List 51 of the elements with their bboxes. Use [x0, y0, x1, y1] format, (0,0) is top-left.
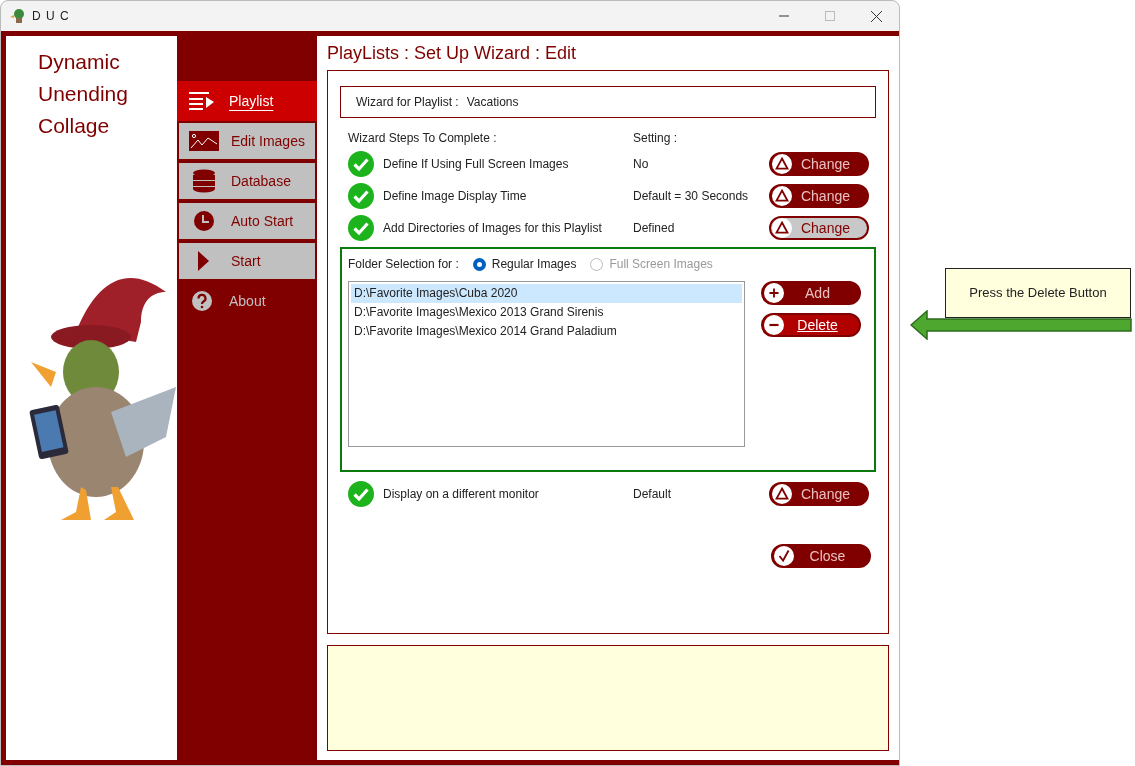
change-button[interactable]: Change: [769, 482, 869, 506]
database-icon: [192, 169, 216, 193]
check-icon: [348, 215, 374, 241]
step-setting: Default: [633, 486, 673, 503]
playlist-icon: [189, 91, 215, 111]
arrow-icon: [910, 310, 1132, 340]
duck-logo-icon: [10, 8, 26, 24]
change-button[interactable]: Change: [769, 184, 869, 208]
nav-item[interactable]: Playlist: [177, 81, 317, 121]
wizard-label: Wizard for Playlist :: [356, 94, 459, 111]
app-name: Dynamic: [38, 49, 121, 75]
setting-heading: Setting :: [633, 130, 678, 145]
check-icon: [348, 151, 374, 177]
callout-note: Press the Delete Button: [945, 268, 1131, 318]
check-icon: [348, 183, 374, 209]
radio-option[interactable]: Regular Images: [472, 255, 577, 273]
close-button[interactable]: Close: [771, 544, 871, 568]
window-title: D U C: [32, 8, 70, 25]
step-setting: Default = 30 Seconds: [633, 188, 750, 205]
folder-item[interactable]: D:\Favorite Images\Cuba 2020: [351, 284, 742, 303]
step-setting: Defined: [633, 220, 676, 237]
minus-icon: [764, 315, 784, 335]
clock-icon: [193, 210, 215, 232]
folder-item[interactable]: D:\Favorite Images\Mexico 2014 Grand Paladium: [351, 322, 742, 341]
wizard-value: Vacations: [466, 94, 519, 111]
delete-button[interactable]: Delete: [761, 313, 861, 337]
nav-item[interactable]: Start: [177, 241, 317, 281]
app-name: Collage: [38, 113, 111, 139]
steps-heading: Wizard Steps To Complete :: [348, 130, 498, 145]
nav-item[interactable]: Auto Start: [177, 201, 317, 241]
step-label: Define Image Display Time: [383, 188, 528, 205]
checkmark-icon: [774, 546, 794, 566]
step-label: Define If Using Full Screen Images: [383, 156, 570, 173]
nav-item[interactable]: Edit Images: [177, 121, 317, 161]
image-icon: [189, 131, 219, 151]
play-icon: [198, 251, 210, 271]
check-icon: [348, 481, 374, 507]
nav-item[interactable]: Database: [177, 161, 317, 201]
change-button[interactable]: Change: [769, 152, 869, 176]
step-label: Display on a different monitor: [383, 486, 540, 503]
plus-icon: [764, 283, 784, 303]
step-setting: No: [633, 156, 650, 173]
add-button[interactable]: Add: [761, 281, 861, 305]
nav-item[interactable]: About: [177, 281, 317, 321]
help-icon: [191, 290, 213, 312]
radio-button[interactable]: [472, 257, 486, 271]
step-label: Add Directories of Images for this Playlist: [383, 220, 603, 237]
folder-item[interactable]: D:\Favorite Images\Mexico 2013 Grand Sirenis: [351, 303, 742, 322]
page-title: PlayLists : Set Up Wizard : Edit: [327, 42, 578, 65]
app-name: Unending: [38, 81, 129, 107]
folder-label: Folder Selection for :: [348, 256, 459, 273]
